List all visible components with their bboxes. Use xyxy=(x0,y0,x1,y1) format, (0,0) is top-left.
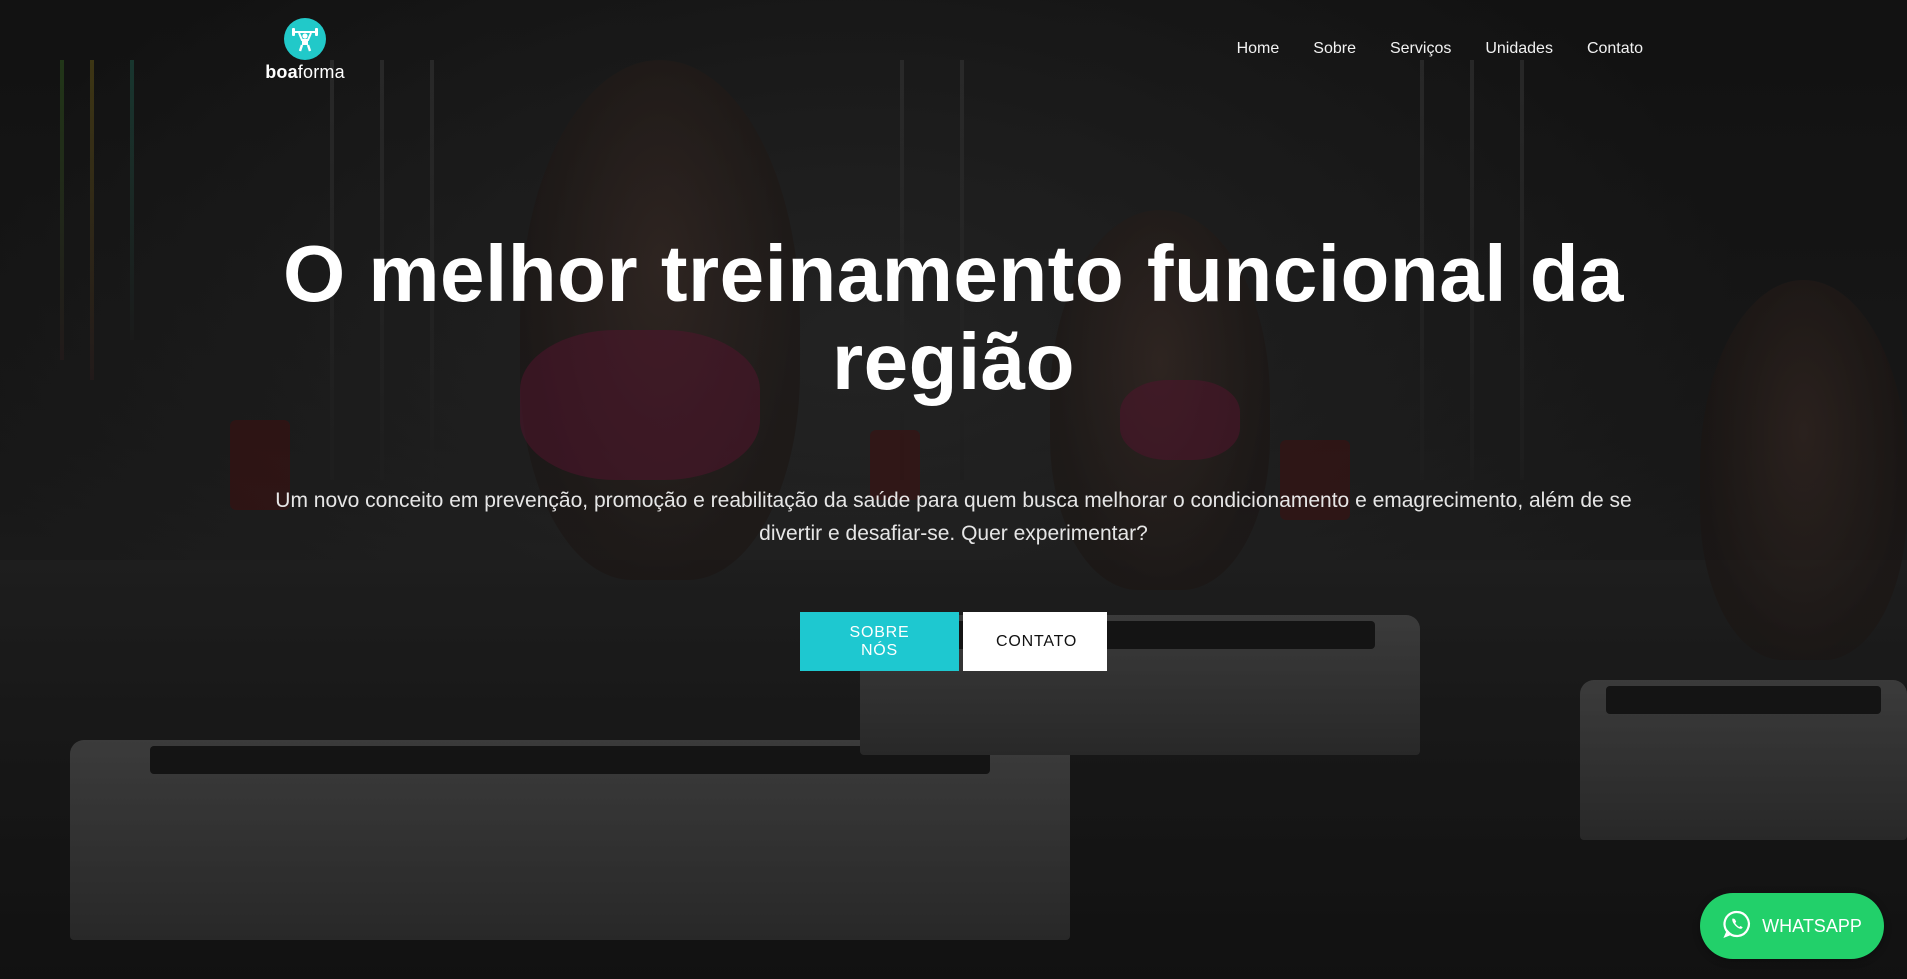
whatsapp-icon xyxy=(1722,909,1752,944)
hero-headline: O melhor treinamento funcional da região xyxy=(282,229,1625,406)
brand-logo[interactable]: boaforma xyxy=(260,18,350,83)
nav-home[interactable]: Home xyxy=(1237,40,1280,58)
brand-name: boaforma xyxy=(260,62,350,83)
nav-unidades[interactable]: Unidades xyxy=(1485,40,1553,58)
hero-subtitle: Um novo conceito em prevenção, promoção … xyxy=(275,489,1632,545)
site-header: boaforma Home Sobre Serviços Unidades Co… xyxy=(0,0,1907,100)
contato-button[interactable]: CONTATO xyxy=(963,612,1107,671)
brand-name-light: forma xyxy=(297,62,345,82)
nav-sobre[interactable]: Sobre xyxy=(1313,40,1356,58)
brand-name-bold: boa xyxy=(265,62,298,82)
weightlifter-icon xyxy=(284,18,326,60)
hero-content: O melhor treinamento funcional da região… xyxy=(240,230,1667,671)
sobre-nos-button[interactable]: SOBRE NÓS xyxy=(800,612,959,671)
whatsapp-label: WHATSAPP xyxy=(1762,915,1862,936)
whatsapp-button[interactable]: WHATSAPP xyxy=(1700,893,1884,959)
main-nav: Home Sobre Serviços Unidades Contato xyxy=(1237,40,1643,58)
hero-buttons: SOBRE NÓS CONTATO xyxy=(240,612,1667,671)
nav-contato[interactable]: Contato xyxy=(1587,40,1643,58)
hero-section: boaforma Home Sobre Serviços Unidades Co… xyxy=(0,0,1907,979)
nav-servicos[interactable]: Serviços xyxy=(1390,40,1451,58)
